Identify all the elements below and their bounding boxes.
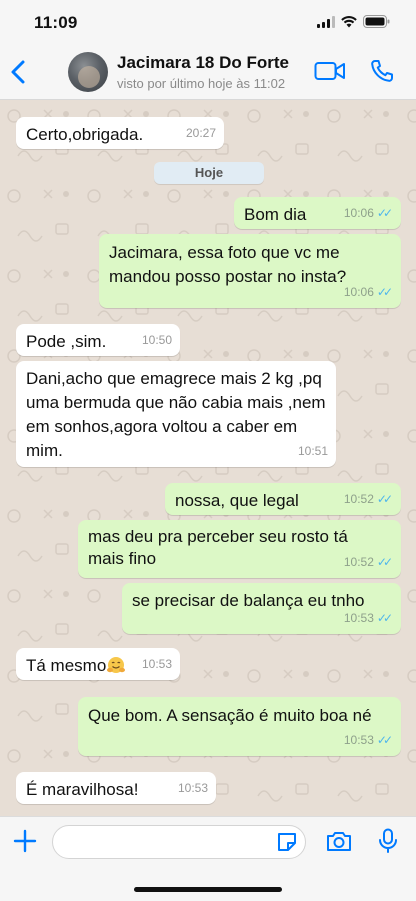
message-meta: 10:53 [142, 653, 172, 675]
outgoing-message[interactable]: Jacimara, essa foto que vc me mandou pos… [99, 234, 401, 308]
status-time: 11:09 [34, 13, 78, 32]
voice-call-icon[interactable] [370, 59, 394, 83]
outgoing-message[interactable]: nossa, que legal 10:52 ✓✓ [165, 483, 401, 515]
incoming-message[interactable]: É maravilhosa! 10:53 [16, 772, 216, 804]
message-meta: 10:51 [298, 440, 328, 462]
message-time: 10:52 [343, 555, 374, 569]
message-time: 10:53 [177, 781, 208, 795]
message-text: mas deu pra perceber seu rosto tá mais f… [88, 527, 348, 568]
message-meta: 10:52 ✓✓ [344, 551, 393, 573]
status-icons [317, 15, 390, 28]
read-ticks-icon: ✓✓ [376, 492, 393, 506]
video-call-icon[interactable] [314, 60, 346, 82]
home-indicator [134, 887, 282, 892]
microphone-icon[interactable] [378, 828, 398, 854]
contact-avatar[interactable] [68, 52, 108, 92]
message-time: 10:06 [343, 206, 374, 220]
message-text: Dani,acho que emagrece mais 2 kg ,pq uma… [26, 369, 326, 460]
outgoing-message[interactable]: Que bom. A sensação é muito boa né 10:53… [78, 697, 401, 756]
read-ticks-icon: ✓✓ [376, 555, 393, 569]
add-attachment-icon[interactable] [12, 828, 38, 854]
message-time: 10:53 [343, 733, 374, 747]
outgoing-message[interactable]: Bom dia 10:06 ✓✓ [234, 197, 401, 229]
message-time: 10:52 [343, 492, 374, 506]
read-ticks-icon: ✓✓ [376, 733, 393, 747]
message-composer [0, 816, 416, 901]
incoming-message[interactable]: Certo,obrigada. 20:27 [16, 117, 224, 149]
contact-name[interactable]: Jacimara 18 Do Forte [117, 53, 289, 73]
chat-area[interactable]: Certo,obrigada. 20:27 Hoje Bom dia 10:06… [0, 100, 416, 816]
date-separator: Hoje [154, 162, 264, 184]
message-time: 10:53 [343, 611, 374, 625]
read-ticks-icon: ✓✓ [376, 206, 393, 220]
back-chevron-icon[interactable] [8, 58, 30, 86]
message-meta: 10:50 [142, 329, 172, 351]
last-seen-status: visto por último hoje às 11:02 [117, 76, 286, 91]
message-time: 10:53 [141, 657, 172, 671]
message-text: Que bom. A sensação é muito boa né [88, 706, 372, 725]
message-meta: 10:06 ✓✓ [344, 281, 393, 303]
message-meta: 10:52 ✓✓ [344, 488, 393, 510]
camera-icon[interactable] [325, 829, 353, 853]
chat-header: Jacimara 18 Do Forte visto por último ho… [0, 44, 416, 100]
outgoing-message[interactable]: se precisar de balança eu tnho 10:53 ✓✓ [122, 583, 401, 634]
read-ticks-icon: ✓✓ [376, 611, 393, 625]
message-meta: 10:53 ✓✓ [344, 607, 393, 629]
message-time: 10:51 [297, 444, 328, 458]
message-meta: 10:06 ✓✓ [344, 202, 393, 224]
read-ticks-icon: ✓✓ [376, 285, 393, 299]
battery-icon [363, 15, 390, 28]
message-time: 20:27 [185, 126, 216, 140]
message-input[interactable] [52, 825, 306, 859]
incoming-message[interactable]: Pode ,sim. 10:50 [16, 324, 180, 356]
signal-icon [317, 15, 335, 28]
message-meta: 10:53 ✓✓ [344, 729, 393, 751]
incoming-message[interactable]: Dani,acho que emagrece mais 2 kg ,pq uma… [16, 361, 336, 467]
sticker-icon[interactable] [276, 831, 298, 853]
message-meta: 10:53 [178, 777, 208, 799]
hugging-face-emoji-icon [107, 657, 126, 673]
message-time: 10:06 [343, 285, 374, 299]
message-time: 10:50 [141, 333, 172, 347]
wifi-icon [341, 15, 357, 27]
status-bar: 11:09 [0, 0, 416, 44]
incoming-message[interactable]: Tá mesmo 10:53 [16, 648, 180, 680]
outgoing-message[interactable]: mas deu pra perceber seu rosto tá mais f… [78, 520, 401, 578]
